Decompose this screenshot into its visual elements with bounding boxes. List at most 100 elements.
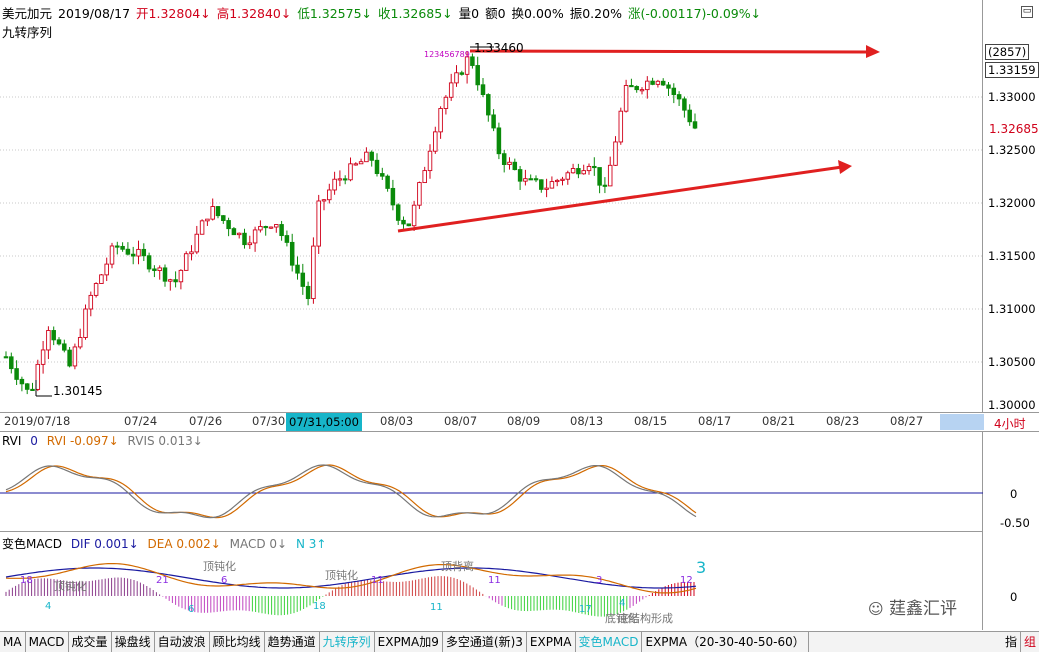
date-tick: 08/03 <box>380 414 414 428</box>
candle-body <box>236 232 242 236</box>
open-value: 开1.32804↓ <box>136 6 211 21</box>
period-label[interactable]: 4小时 <box>994 415 1026 432</box>
macd-count: 11 <box>430 602 443 613</box>
indicator-title: 九转序列 <box>2 25 53 40</box>
candle-body <box>692 121 698 129</box>
macd-signal-label: 顶背离 <box>441 560 474 573</box>
candle-body <box>183 253 189 271</box>
date-tick: 08/07 <box>444 414 478 428</box>
turnover-value: 换0.00% <box>511 6 564 21</box>
low-value: 低1.32575↓ <box>297 6 373 21</box>
candle-body <box>168 279 173 282</box>
candle-body <box>252 229 258 244</box>
candle-body <box>501 153 507 165</box>
date-tick: 08/09 <box>507 414 541 428</box>
candle-body <box>88 294 94 310</box>
candle-body <box>560 178 565 181</box>
candlestick-chart[interactable] <box>0 0 983 412</box>
tab-long-short-channel[interactable]: 多空通道(新)3 <box>443 632 527 652</box>
candle-body <box>438 108 443 133</box>
candle-body <box>199 220 205 235</box>
tab-index[interactable]: 指 <box>1002 632 1021 652</box>
quote-date: 2019/08/17 <box>58 6 131 21</box>
candle-body <box>464 56 470 75</box>
candle-body <box>342 178 348 181</box>
tab-nine-sequence[interactable]: 九转序列 <box>320 632 375 652</box>
candle-body <box>24 383 30 390</box>
candle-body <box>411 204 417 227</box>
tab-macd[interactable]: MACD <box>26 632 69 652</box>
candle-body <box>390 187 396 206</box>
scroll-thumb[interactable] <box>940 414 984 430</box>
candle-body <box>205 218 210 222</box>
rvi-axis-tick: 0 <box>1010 487 1018 501</box>
candle-body <box>178 269 184 283</box>
price-chart-pane[interactable]: 美元加元 2019/08/17 开1.32804↓ 高1.32840↓ 低1.3… <box>0 0 983 412</box>
tab-color-macd[interactable]: 变色MACD <box>576 632 643 652</box>
candle-body <box>289 241 295 266</box>
rvi-pane[interactable]: RVI 0 RVI -0.097↓ RVIS 0.013↓ <box>0 432 983 532</box>
macd-count: 21 <box>156 575 169 586</box>
candle-body <box>554 179 560 183</box>
candle-body <box>523 178 528 182</box>
tab-expma[interactable]: EXPMA <box>527 632 576 652</box>
date-tick: 08/23 <box>826 414 860 428</box>
tab-ma[interactable]: MA <box>0 632 26 652</box>
macd-count: 11 <box>488 575 501 586</box>
candle-body <box>93 283 99 296</box>
date-tick: 08/27 <box>890 414 924 428</box>
tab-gmma[interactable]: 顾比均线 <box>210 632 265 652</box>
candle-body <box>380 173 385 177</box>
candle-body <box>268 226 274 229</box>
rvis-value: RVIS 0.013↓ <box>127 434 203 448</box>
expand-icon[interactable]: ▭ <box>1021 6 1033 18</box>
candle-body <box>507 161 512 165</box>
candle-body <box>146 255 152 270</box>
candle-body <box>358 161 364 165</box>
tab-trade-line[interactable]: 操盘线 <box>112 632 155 652</box>
candle-body <box>422 170 427 184</box>
candle-body <box>676 94 682 100</box>
candle-body <box>613 141 618 166</box>
date-tick: 08/13 <box>570 414 604 428</box>
candle-body <box>247 242 253 246</box>
candle-body <box>279 224 284 237</box>
candle-body <box>14 368 19 380</box>
macd-pane[interactable]: 变色MACD DIF 0.001↓ DEA 0.002↓ MACD 0↓ N 3… <box>0 532 983 630</box>
candle-body <box>173 279 178 283</box>
tab-auto-wave[interactable]: 自动波浪 <box>155 632 210 652</box>
candle-body <box>491 114 496 129</box>
candle-body <box>459 72 465 75</box>
tab-trend-channel[interactable]: 趋势通道 <box>265 632 320 652</box>
candle-body <box>374 159 380 174</box>
candle-body <box>210 206 215 220</box>
macd-count: 6 <box>221 575 228 586</box>
quote-header: 美元加元 2019/08/17 开1.32804↓ 高1.32840↓ 低1.3… <box>2 3 763 22</box>
candle-body <box>629 85 634 88</box>
candle-body <box>83 308 88 338</box>
macd-count: 11 <box>371 575 384 586</box>
price-tick: 1.32500 <box>988 143 1036 157</box>
support-trend-line <box>397 165 843 233</box>
indicator-tab-bar[interactable]: MA MACD 成交量 操盘线 自动波浪 顾比均线 趋势通道 九转序列 EXPM… <box>0 631 1039 652</box>
candle-body <box>221 215 226 221</box>
tab-expma-multi[interactable]: EXPMA（20-30-40-50-60） <box>642 632 809 652</box>
resistance-trend-line <box>469 49 869 54</box>
tab-expma-9[interactable]: EXPMA加9 <box>375 632 443 652</box>
rvi-axis-tick: -0.50 <box>1000 516 1030 530</box>
macd-count: 18 <box>313 601 326 612</box>
candle-body <box>544 187 549 190</box>
candle-body <box>141 248 147 257</box>
tab-volume[interactable]: 成交量 <box>69 632 112 652</box>
candle-body <box>3 356 9 359</box>
candle-body <box>395 204 401 221</box>
candle-body <box>353 163 359 166</box>
candle-body <box>136 248 141 257</box>
candle-body <box>305 285 311 300</box>
candle-body <box>655 80 661 85</box>
date-tick: 07/26 <box>189 414 223 428</box>
candle-body <box>62 343 67 351</box>
candle-body <box>443 96 449 109</box>
candle-body <box>189 251 194 255</box>
tab-group[interactable]: 组 <box>1021 632 1039 652</box>
